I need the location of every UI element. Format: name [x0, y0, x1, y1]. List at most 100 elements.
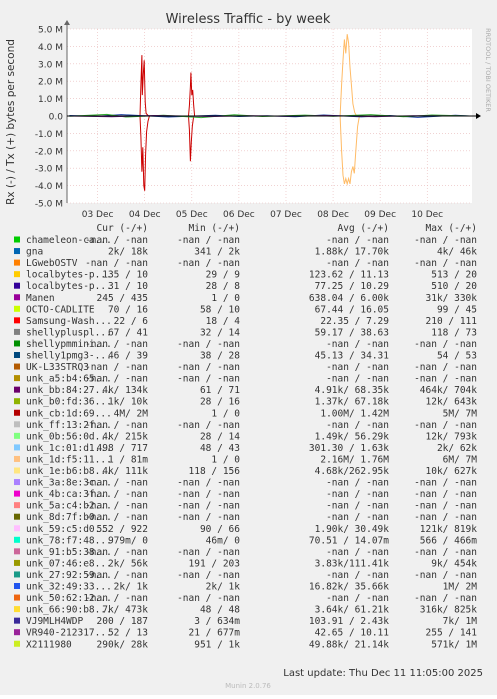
legend-item-name: shellypluspl...	[26, 327, 112, 338]
legend-avg-value: -nan / -nan	[326, 374, 389, 385]
legend-swatch	[14, 375, 20, 382]
legend-swatch	[14, 305, 20, 312]
legend-max-value: 121k/ 819k	[420, 524, 477, 535]
y-tick-label: -3.0 M	[35, 165, 63, 175]
legend-avg-value: 1.37k/ 67.18k	[315, 397, 390, 408]
legend-swatch	[14, 606, 20, 613]
chart-svg: Wireless Traffic - by week Rx (-) / Tx (…	[5, 12, 492, 690]
y-tick-label: -1.0 M	[35, 130, 63, 140]
y-tick-label: 5.0 M	[38, 26, 63, 36]
legend-max-value: 510 / 20	[431, 281, 477, 292]
legend-swatch	[14, 317, 20, 324]
legend-cur-value: 135 / 10	[102, 270, 148, 281]
legend-min-value: 90 / 66	[200, 524, 240, 535]
legend-cur-value: 52 / 13	[108, 628, 148, 639]
legend-item-name: unk_0b:56:0d...	[26, 431, 112, 442]
legend-avg-value: 42.65 / 10.11	[315, 628, 390, 639]
legend-min-value: -nan / -nan	[177, 512, 240, 523]
legend-cur-value: -nan / -nan	[85, 512, 148, 523]
munin-version-text: Munin 2.0.76	[225, 682, 271, 690]
legend-item-name: shelly1pmg3-...	[26, 351, 112, 362]
legend-swatch	[14, 479, 20, 486]
legend-min-value: 18 / 4	[206, 316, 241, 327]
legend-swatch	[14, 640, 20, 647]
legend-min-value: -nan / -nan	[177, 547, 240, 558]
legend-swatch	[14, 525, 20, 532]
legend-item-name: OCTO-CADLITE	[26, 304, 95, 315]
y-tick-label: -2.0 M	[35, 147, 63, 157]
legend-header-max: Max (-/+)	[426, 223, 477, 234]
legend-item-name: VR940-212317...	[26, 628, 112, 639]
last-update-text: Last update: Thu Dec 11 11:05:00 2025	[283, 668, 483, 679]
y-tick-label: -4.0 M	[35, 182, 63, 192]
legend-swatch	[14, 294, 20, 301]
legend-avg-value: 1.88k/ 17.70k	[315, 247, 390, 258]
legend-item-name: unk_bb:84:27...	[26, 385, 112, 396]
legend-cur-value: -nan / -nan	[85, 420, 148, 431]
legend-avg-value: -nan / -nan	[326, 258, 389, 269]
legend-min-value: -nan / -nan	[177, 258, 240, 269]
legend-min-value: -nan / -nan	[177, 362, 240, 373]
legend-max-value: -nan / -nan	[414, 501, 477, 512]
legend-cur-value: -nan / -nan	[85, 374, 148, 385]
legend-max-value: 12k/ 793k	[426, 431, 478, 442]
legend-min-value: 61 / 71	[200, 385, 240, 396]
legend-max-value: -nan / -nan	[414, 374, 477, 385]
legend-avg-value: 1.49k/ 56.29k	[315, 431, 390, 442]
legend-avg-value: -nan / -nan	[326, 501, 389, 512]
legend-cur-value: -nan / -nan	[85, 547, 148, 558]
legend-min-value: -nan / -nan	[177, 593, 240, 604]
legend-avg-value: -nan / -nan	[326, 593, 389, 604]
legend-avg-value: 22.35 / 7.29	[320, 316, 389, 327]
legend-avg-value: 4.91k/ 68.35k	[315, 385, 390, 396]
legend-swatch	[14, 328, 20, 335]
y-axis-label: Rx (-) / Tx (+) bytes per second	[5, 39, 17, 205]
legend-min-value: 48 / 43	[200, 443, 240, 454]
y-tick-label: -5.0 M	[35, 200, 63, 210]
x-tick-label: 03 Dec	[82, 210, 114, 220]
legend-header-cur: Cur (-/+)	[97, 223, 148, 234]
legend-swatch	[14, 455, 20, 462]
legend-avg-value: -nan / -nan	[326, 489, 389, 500]
legend-swatch	[14, 629, 20, 636]
legend-max-value: -nan / -nan	[414, 489, 477, 500]
legend-cur-value: 552 / 922	[97, 524, 148, 535]
legend-max-value: 566 / 466m	[420, 535, 477, 546]
legend-cur-value: 46 / 39	[108, 351, 148, 362]
x-axis-arrow	[476, 113, 481, 119]
legend-item-name: unk_66:90:b8...	[26, 605, 112, 616]
legend-swatch	[14, 583, 20, 589]
legend-max-value: 464k/ 704k	[420, 385, 477, 396]
legend-item-name: localbytes-p...	[26, 270, 112, 281]
legend-cur-value: 22 / 6	[114, 316, 149, 327]
legend-max-value: 1M/ 2M	[443, 582, 478, 593]
legend-avg-value: 49.88k/ 21.14k	[309, 639, 389, 650]
legend-max-value: 4k/ 46k	[437, 247, 477, 258]
legend-min-value: 46m/ 0	[206, 535, 241, 546]
legend-max-value: 5M/ 7M	[443, 408, 478, 419]
legend-cur-value: 498 / 717	[97, 443, 148, 454]
legend-max-value: 210 / 111	[426, 316, 478, 327]
legend-cur-value: -nan / -nan	[85, 489, 148, 500]
legend-max-value: -nan / -nan	[414, 570, 477, 581]
legend-min-value: 3 / 634m	[194, 616, 240, 627]
chart-title: Wireless Traffic - by week	[166, 12, 331, 27]
y-tick-label: 0.0	[49, 113, 64, 123]
y-axis-arrow	[64, 20, 70, 25]
legend-item-name: unk_07:46:e8...	[26, 558, 112, 569]
legend-min-value: 28 / 14	[200, 431, 240, 442]
legend-min-value: 32 / 14	[200, 327, 240, 338]
legend-avg-value: -nan / -nan	[326, 512, 389, 523]
legend-min-value: 951 / 1k	[194, 639, 240, 650]
legend-avg-value: 301.30 / 1.63k	[309, 443, 389, 454]
legend-swatch	[14, 432, 20, 439]
legend-cur-value: 2k/ 18k	[108, 247, 148, 258]
legend-max-value: -nan / -nan	[414, 258, 477, 269]
legend-swatch	[14, 502, 20, 509]
legend-max-value: 571k/ 1M	[431, 639, 477, 650]
x-tick-label: 10 Dec	[411, 210, 443, 220]
legend-cur-value: 70 / 16	[108, 304, 148, 315]
y-tick-label: 4.0 M	[38, 43, 63, 53]
legend-item-name: unk_78:f7:48...	[26, 535, 112, 546]
legend-max-value: 9k/ 454k	[431, 558, 477, 569]
